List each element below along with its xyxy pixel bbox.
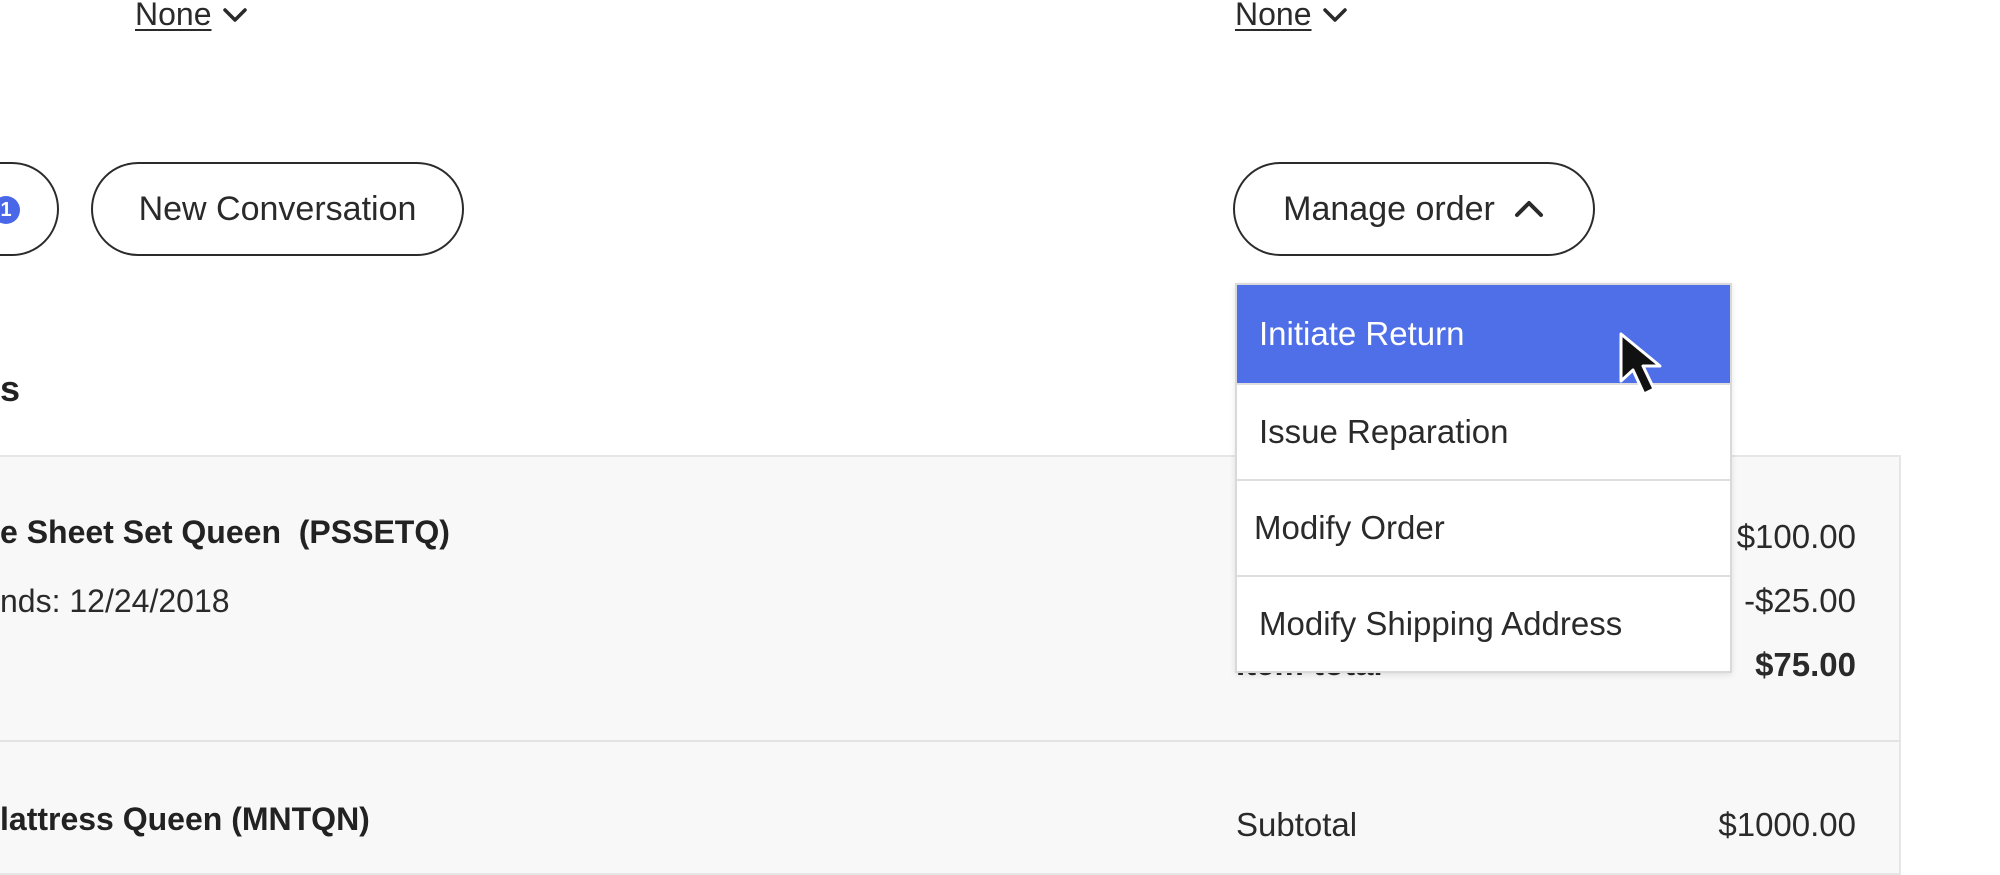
conversation-count-badge: 1 (0, 196, 20, 224)
row-divider (0, 740, 1901, 742)
new-conversation-button[interactable]: New Conversation (91, 162, 464, 256)
filter-select-left-value: None (135, 0, 212, 32)
manage-order-label: Manage order (1283, 189, 1495, 228)
filter-select-right[interactable]: None (1235, 0, 1348, 33)
section-heading: s (0, 368, 21, 409)
chevron-down-icon (222, 7, 247, 22)
chevron-up-icon (1514, 201, 1543, 217)
chevron-down-icon (1322, 7, 1347, 22)
menu-item-modify-shipping-address[interactable]: Modify Shipping Address (1237, 575, 1730, 671)
mouse-pointer-icon (1619, 332, 1662, 396)
item-price: $100.00 (1736, 518, 1856, 555)
item-total: $75.00 (1755, 646, 1856, 683)
item-ship-date: nds: 12/24/2018 (0, 583, 230, 619)
manage-order-button[interactable]: Manage order (1233, 162, 1595, 256)
conversations-button[interactable]: 1 (0, 162, 59, 256)
subtotal-value: $1000.00 (1718, 806, 1856, 843)
filter-select-right-value: None (1235, 0, 1312, 32)
new-conversation-label: New Conversation (138, 189, 417, 228)
subtotal-label: Subtotal (1236, 806, 1358, 843)
item-name: lattress Queen (MNTQN) (0, 801, 370, 837)
item-discount: -$25.00 (1744, 582, 1856, 619)
item-name: e Sheet Set Queen (PSSETQ) (0, 514, 450, 550)
filter-select-left[interactable]: None (135, 0, 248, 33)
menu-item-modify-order[interactable]: Modify Order (1237, 479, 1730, 575)
